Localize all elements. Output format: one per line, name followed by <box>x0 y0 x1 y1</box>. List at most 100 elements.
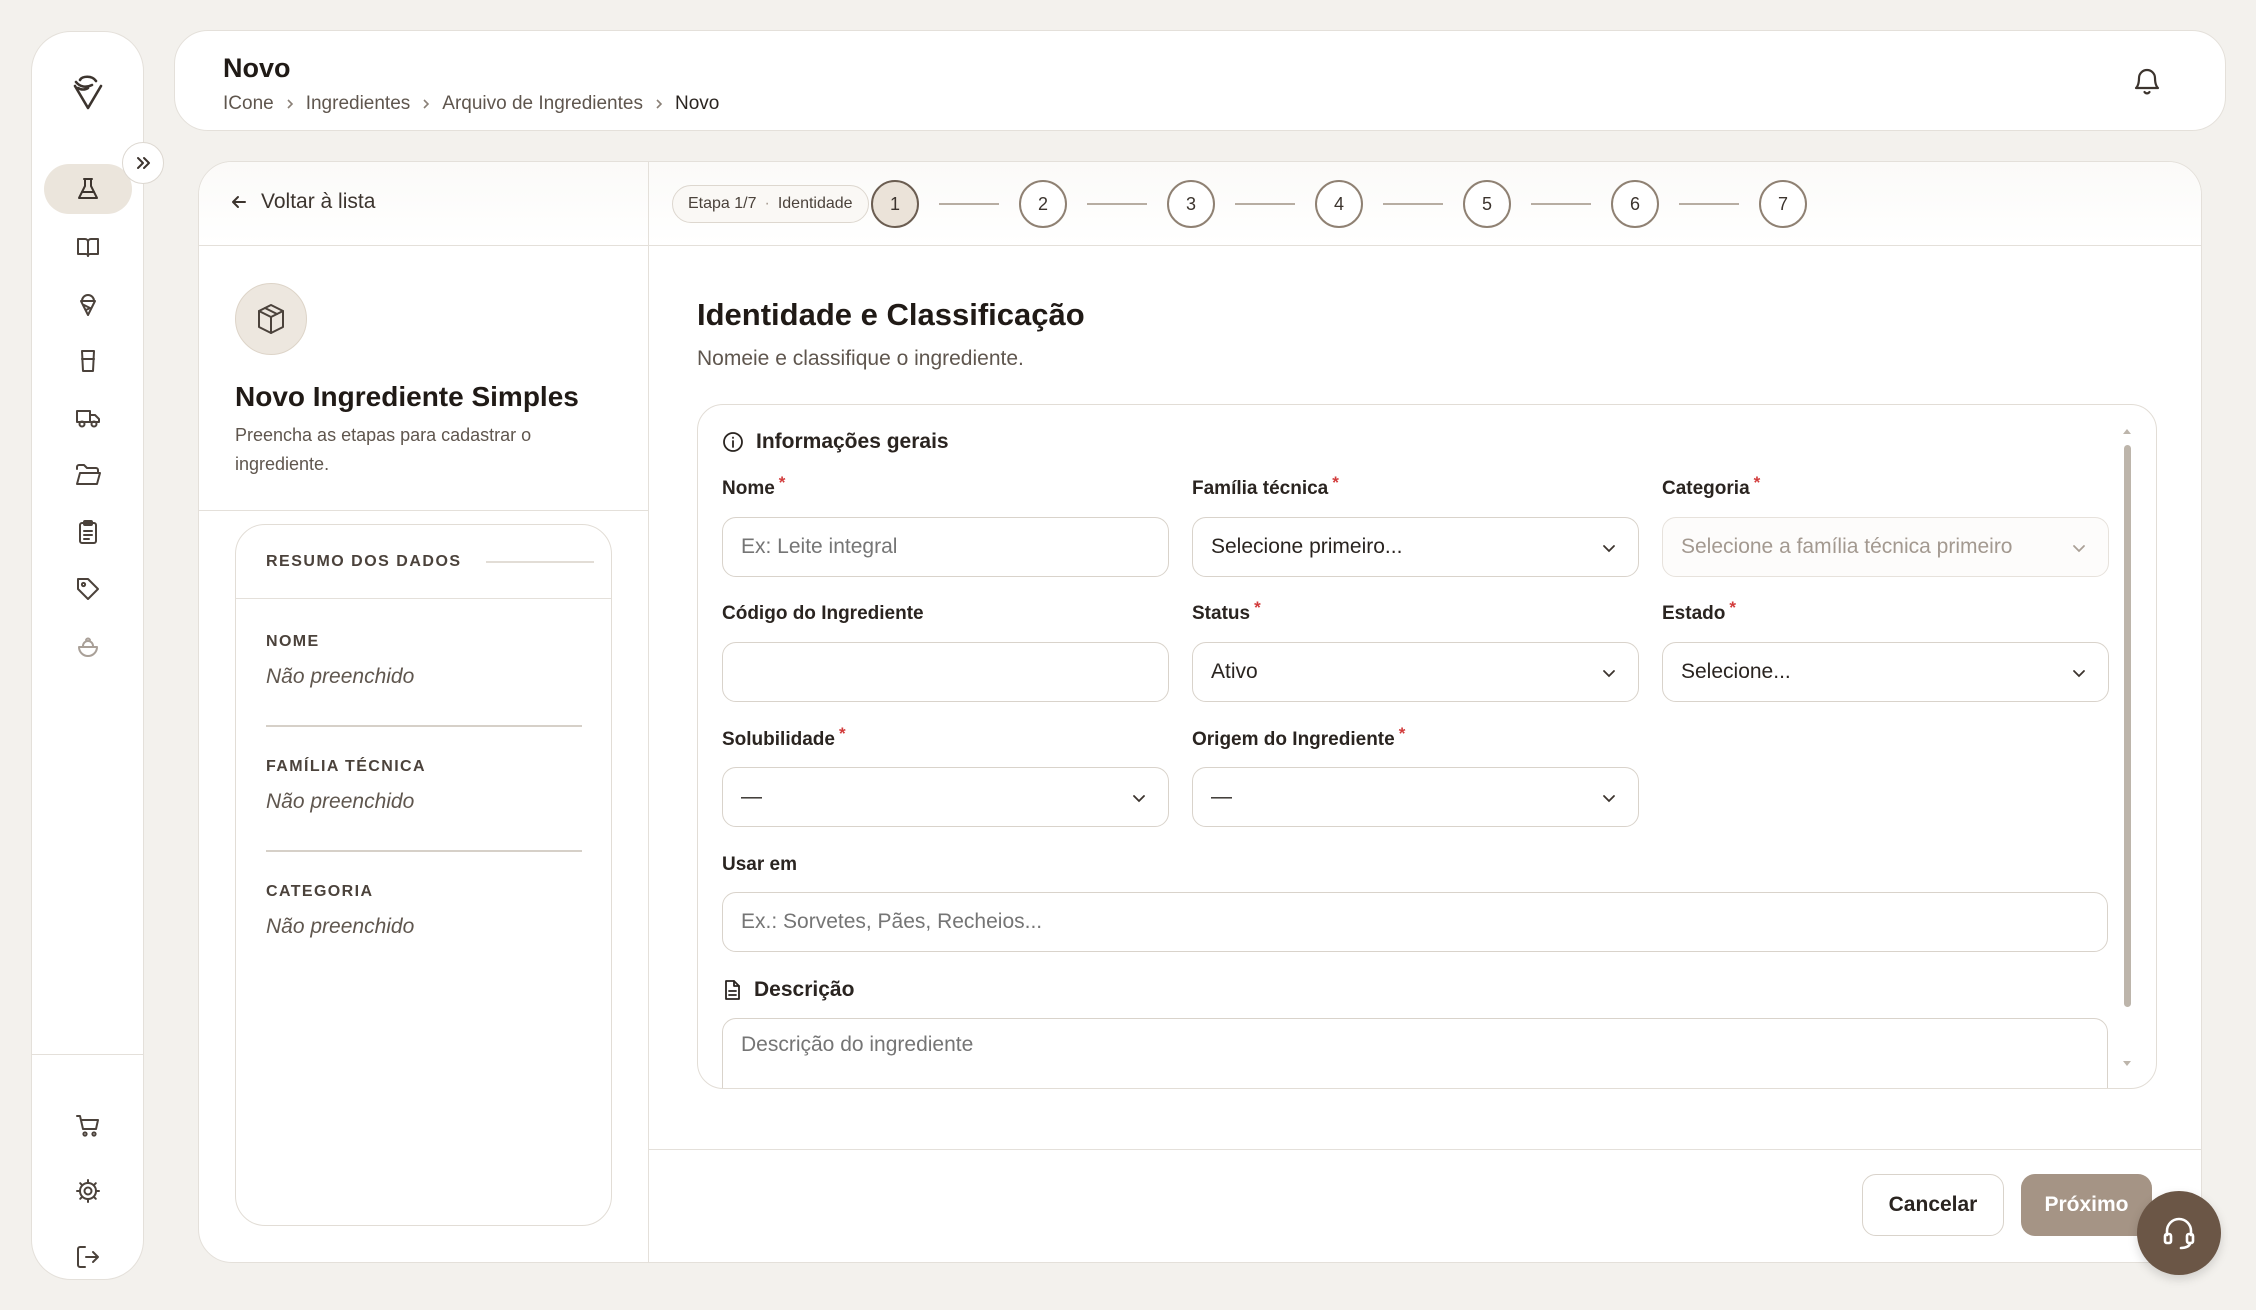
step-5[interactable]: 5 <box>1463 180 1511 228</box>
usar-em-input[interactable] <box>722 892 2108 952</box>
step-name: Identidade <box>777 195 853 212</box>
status-select[interactable]: Ativo <box>1192 642 1639 702</box>
form-panel: Etapa 1/7 · Identidade 1 2 3 4 5 6 7 Ide… <box>649 162 2201 1262</box>
top-header: Novo ICone Ingredientes Arquivo de Ingre… <box>174 30 2226 131</box>
step-3[interactable]: 3 <box>1167 180 1215 228</box>
step-1[interactable]: 1 <box>871 180 919 228</box>
sidebar-item-cup[interactable] <box>44 336 132 386</box>
general-info-form: Informações gerais Nome* Família técnica… <box>697 404 2157 1089</box>
stepper-bar: Etapa 1/7 · Identidade 1 2 3 4 5 6 7 <box>649 162 2201 246</box>
ice-cream-logo-icon[interactable] <box>68 72 108 112</box>
step-connector <box>1235 203 1295 205</box>
scroll-up-icon[interactable] <box>2122 427 2132 435</box>
categoria-select[interactable]: Selecione a família técnica primeiro <box>1662 517 2109 577</box>
back-to-list-label: Voltar à lista <box>261 190 376 213</box>
step-2[interactable]: 2 <box>1019 180 1067 228</box>
categoria-select-value: Selecione a família técnica primeiro <box>1681 535 2013 558</box>
estado-select[interactable]: Selecione... <box>1662 642 2109 702</box>
summary-item-label: FAMÍLIA TÉCNICA <box>266 758 426 775</box>
separator-dot: · <box>764 195 770 212</box>
origem-select[interactable]: — <box>1192 767 1639 827</box>
document-icon <box>725 980 740 1000</box>
scrollbar-thumb[interactable] <box>2124 445 2131 1007</box>
cancel-button[interactable]: Cancelar <box>1862 1174 2004 1236</box>
sidebar-item-folder[interactable] <box>44 450 132 500</box>
divider <box>199 510 648 511</box>
step-connector <box>1679 203 1739 205</box>
breadcrumb-item-current: Novo <box>674 93 720 114</box>
flask-icon <box>78 178 98 199</box>
section-title: Identidade e Classificação <box>697 297 1085 332</box>
cup-icon <box>81 350 95 372</box>
step-4[interactable]: 4 <box>1315 180 1363 228</box>
back-to-list-link[interactable]: Voltar à lista <box>229 190 375 214</box>
usar-em-label: Usar em <box>722 854 797 875</box>
chevron-down-icon <box>1603 545 1615 553</box>
summary-item-familia: FAMÍLIA TÉCNICA Não preenchido <box>266 758 582 852</box>
solubilidade-select[interactable]: — <box>722 767 1169 827</box>
sidebar-item-logout[interactable] <box>44 1232 132 1282</box>
logout-icon <box>77 1246 99 1268</box>
info-icon <box>723 432 743 452</box>
breadcrumb-item-home[interactable]: ICone <box>223 93 274 115</box>
breadcrumb-item-arquivo[interactable]: Arquivo de Ingredientes <box>442 93 643 115</box>
step-7[interactable]: 7 <box>1759 180 1807 228</box>
solubilidade-label: Solubilidade * <box>722 724 846 750</box>
estado-label: Estado * <box>1662 598 1736 624</box>
description-textarea[interactable] <box>722 1018 2108 1088</box>
ingredient-title: Novo Ingrediente Simples <box>235 381 579 412</box>
sidebar-item-book[interactable] <box>44 222 132 272</box>
sidebar-item-tag[interactable] <box>44 564 132 614</box>
familia-label: Família técnica * <box>1192 473 1339 499</box>
nome-input[interactable] <box>722 517 1169 577</box>
cart-icon <box>76 1115 99 1137</box>
origem-select-value: — <box>1211 785 1232 808</box>
expand-sidebar-button[interactable] <box>122 142 164 184</box>
solubilidade-select-value: — <box>741 785 762 808</box>
divider <box>266 850 582 852</box>
summary-heading-label: RESUMO DOS DADOS <box>266 552 462 570</box>
sidebar-item-flask[interactable] <box>44 164 132 214</box>
support-chat-button[interactable] <box>2137 1191 2221 1275</box>
step-6[interactable]: 6 <box>1611 180 1659 228</box>
package-icon <box>258 304 284 334</box>
section-subtitle: Nomeie e classifique o ingrediente. <box>697 347 1024 370</box>
sidebar-item-bowl[interactable] <box>44 621 132 671</box>
step-connector <box>1531 203 1591 205</box>
summary-item-value: Não preenchido <box>266 915 415 938</box>
headset-icon <box>2163 1217 2195 1250</box>
familia-select[interactable]: Selecione primeiro... <box>1192 517 1639 577</box>
step-connector <box>1383 203 1443 205</box>
left-panel-top: Voltar à lista <box>199 162 648 246</box>
chevron-right-icon <box>284 98 296 110</box>
chevron-down-icon <box>2073 670 2085 678</box>
status-label: Status * <box>1192 598 1261 624</box>
sidebar-item-settings[interactable] <box>44 1166 132 1216</box>
sidebar <box>31 31 144 1280</box>
codigo-input[interactable] <box>722 642 1169 702</box>
gear-icon <box>76 1179 100 1203</box>
sidebar-item-cart[interactable] <box>44 1101 132 1151</box>
next-button[interactable]: Próximo <box>2021 1174 2152 1236</box>
sidebar-item-ice-cream[interactable] <box>44 279 132 329</box>
main-card: Voltar à lista Novo Ingrediente Simples … <box>198 161 2202 1263</box>
sidebar-item-clipboard[interactable] <box>44 507 132 557</box>
categoria-label: Categoria * <box>1662 473 1761 499</box>
sidebar-item-truck[interactable] <box>44 393 132 443</box>
summary-item-value: Não preenchido <box>266 665 415 688</box>
chevron-right-icon <box>653 98 665 110</box>
page-title: Novo <box>223 53 291 83</box>
estado-select-value: Selecione... <box>1681 660 1791 683</box>
bowl-icon <box>78 637 98 657</box>
summary-item-nome: NOME Não preenchido <box>266 633 582 727</box>
description-label: Descrição <box>754 978 855 1001</box>
breadcrumb-item-ingredientes[interactable]: Ingredientes <box>306 93 411 115</box>
step-count: Etapa 1/7 <box>688 195 757 212</box>
footer-divider <box>649 1149 2201 1150</box>
sidebar-divider <box>32 1054 143 1055</box>
group-title: Informações gerais <box>722 430 949 454</box>
tag-icon <box>77 578 99 600</box>
scroll-down-icon[interactable] <box>2122 1060 2132 1066</box>
notifications-button[interactable] <box>2129 63 2165 99</box>
chevron-down-icon <box>1603 795 1615 803</box>
